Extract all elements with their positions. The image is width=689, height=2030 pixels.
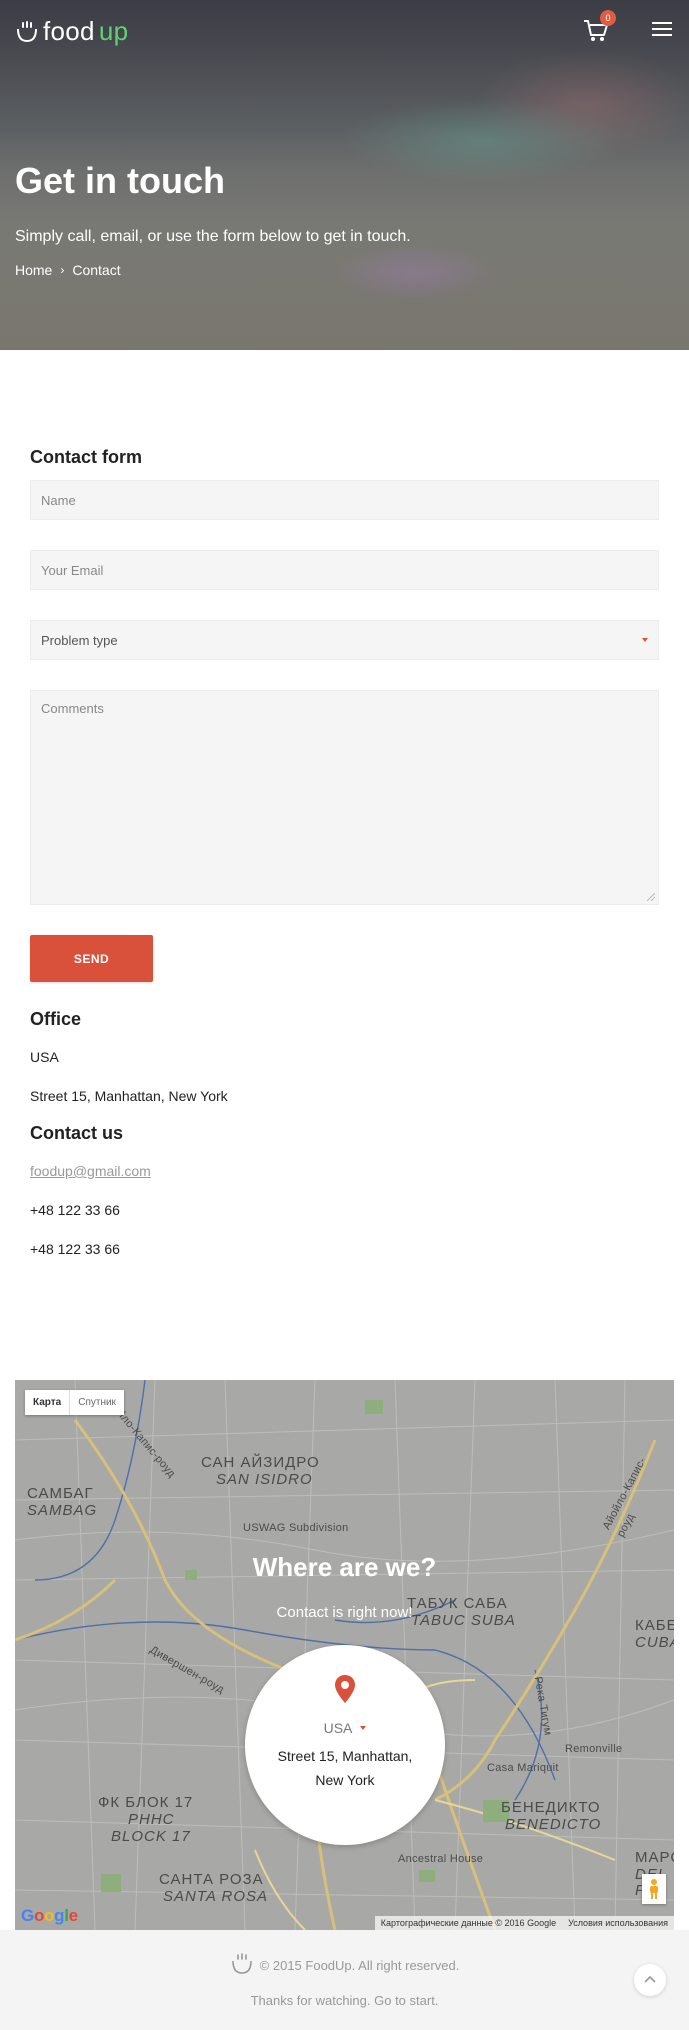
map-pin-icon — [335, 1675, 355, 1708]
back-to-top-button[interactable] — [634, 1964, 666, 1996]
map-overlay-subtitle: Contact is right now! — [276, 1604, 413, 1621]
office-address: Street 15, Manhattan, New York — [30, 1088, 228, 1104]
page-title: Get in touch — [15, 160, 225, 201]
location-address: Street 15, Manhattan, New York — [278, 1744, 413, 1792]
name-input[interactable]: Name — [30, 480, 659, 520]
map-type-switch[interactable]: Карта Спутник — [25, 1390, 124, 1415]
map-label-benedicto: BENEDICTO — [505, 1816, 602, 1833]
send-button[interactable]: SEND — [30, 935, 153, 982]
pegman-icon[interactable] — [642, 1874, 666, 1904]
breadcrumb: Home › Contact — [15, 262, 121, 278]
email-input[interactable]: Your Email — [30, 550, 659, 590]
google-logo-letter: o — [33, 1906, 45, 1925]
footer-copyright-text: © 2015 FoodUp. All right reserved. — [259, 1958, 460, 1973]
email-placeholder: Your Email — [41, 562, 104, 578]
problem-type-value: Problem type — [41, 632, 118, 648]
map-attribution-text: Картографические данные © 2016 Google — [380, 1918, 557, 1928]
office-country: USA — [30, 1049, 59, 1065]
contact-phone-1: +48 122 33 66 — [30, 1202, 120, 1218]
chevron-up-icon — [643, 1971, 657, 1989]
hero-header: food up 0 Get in touch Simply call, email… — [0, 0, 689, 350]
caret-down-icon — [360, 1726, 367, 1730]
cup-steam-icon — [15, 20, 39, 44]
comments-placeholder: Comments — [41, 701, 104, 716]
map-label-san-isidro-ru: САН АЙЗИДРО — [201, 1454, 320, 1471]
map-overlay-title: Where are we? — [252, 1552, 437, 1582]
logo[interactable]: food up — [15, 16, 128, 47]
map-label-block17-ru: ФК БЛОК 17 — [98, 1794, 194, 1811]
location-country-select[interactable]: USA — [324, 1720, 367, 1736]
map-label-casa: Casa Mariquit — [487, 1762, 559, 1774]
footer-note[interactable]: Thanks for watching. Go to start. — [0, 1993, 689, 2008]
map-label-san-isidro: SAN ISIDRO — [216, 1471, 313, 1488]
location-address-line-1: Street 15, Manhattan, — [277, 1748, 413, 1764]
map-attribution: Картографические данные © 2016 Google Ус… — [374, 1916, 674, 1930]
footer-copyright: © 2015 FoodUp. All right reserved. — [0, 1952, 689, 1979]
location-map[interactable]: Карта Спутник САН АЙЗИДРО SAN ISIDRO САМ… — [15, 1380, 674, 1930]
map-type-satellite[interactable]: Спутник — [69, 1390, 124, 1415]
map-label-marce: МАРСЕ — [635, 1849, 674, 1866]
contact-phone-2: +48 122 33 66 — [30, 1241, 120, 1257]
chevron-right-icon: › — [60, 263, 65, 277]
map-label-block17-b: РННС — [128, 1811, 175, 1828]
cart-icon — [582, 20, 610, 48]
resize-grip-icon[interactable] — [647, 893, 655, 901]
location-address-line-2: New York — [315, 1772, 375, 1788]
google-logo-letter: o — [44, 1906, 55, 1925]
contact-form-title: Contact form — [30, 447, 142, 467]
breadcrumb-home-link[interactable]: Home — [15, 262, 52, 278]
map-label-cuba: CUBA — [635, 1634, 674, 1651]
location-country: USA — [323, 1720, 353, 1736]
google-logo-letter: G — [21, 1906, 34, 1925]
map-label-uswag: USWAG Subdivision — [243, 1522, 349, 1534]
cup-steam-icon — [230, 1952, 254, 1979]
hamburger-icon[interactable] — [652, 22, 672, 36]
cart-button[interactable]: 0 — [582, 10, 616, 48]
logo-text-food: food — [43, 16, 95, 46]
page-subtitle: Simply call, email, or use the form belo… — [15, 228, 411, 245]
map-label-sambag: SAMBAG — [27, 1502, 98, 1519]
map-label-santa-rosa-ru: САНТА РОЗА — [159, 1871, 264, 1888]
google-logo-letter: e — [68, 1906, 78, 1925]
problem-type-select[interactable]: Problem type — [30, 620, 659, 660]
contact-us-title: Contact us — [30, 1123, 124, 1143]
map-label-ancestral: Ancestral House — [398, 1853, 484, 1865]
map-terms-link[interactable]: Условия использования — [568, 1918, 668, 1928]
name-placeholder: Name — [41, 492, 76, 508]
office-title: Office — [30, 1009, 82, 1029]
map-label-block17: BLOCK 17 — [111, 1828, 191, 1845]
map-type-map[interactable]: Карта — [25, 1390, 69, 1415]
map-label-sambag-ru: САМБАГ — [27, 1485, 94, 1502]
comments-textarea[interactable]: Comments — [30, 690, 659, 905]
footer: © 2015 FoodUp. All right reserved. Thank… — [0, 1930, 689, 2030]
location-card: USA Street 15, Manhattan, New York — [245, 1645, 445, 1845]
map-label-santa-rosa: SANTA ROSA — [163, 1888, 269, 1905]
map-label-remonville: Remonville — [565, 1743, 623, 1755]
contact-email-link[interactable]: foodup@gmail.com — [30, 1163, 151, 1179]
google-logo-letter: g — [54, 1906, 65, 1925]
cart-count-badge: 0 — [600, 10, 616, 26]
breadcrumb-current: Contact — [72, 262, 121, 278]
caret-down-icon — [642, 638, 648, 642]
google-logo[interactable]: Google — [21, 1906, 78, 1926]
map-label-benedicto-ru: БЕНЕДИКТО — [501, 1799, 601, 1816]
logo-text-up: up — [98, 16, 129, 46]
